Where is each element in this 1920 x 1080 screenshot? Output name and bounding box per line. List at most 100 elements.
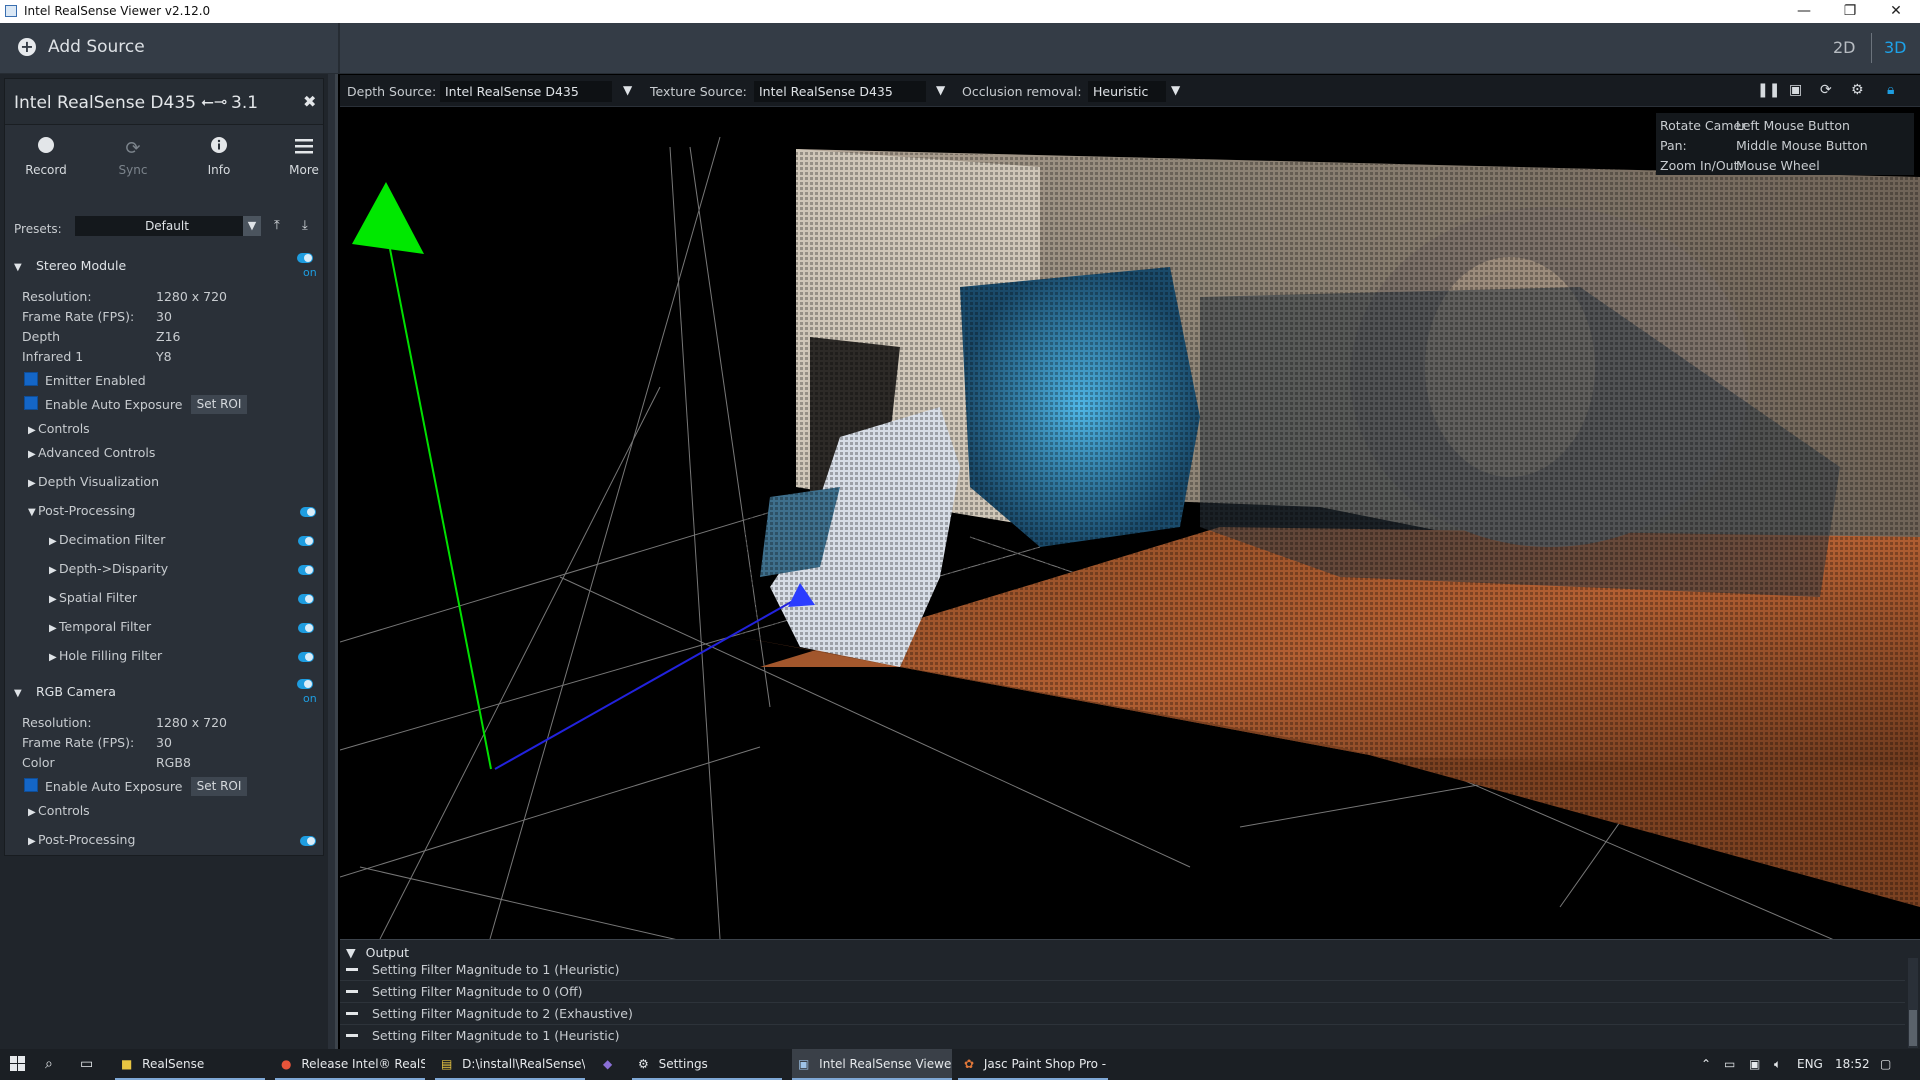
taskbar: ⌕ ▭ ■ RealSense ● Release Intel® RealSe.…	[0, 1049, 1920, 1080]
dash-icon	[346, 990, 358, 993]
hole-filling-toggle[interactable]	[298, 652, 314, 662]
emitter-checkbox[interactable]	[24, 372, 38, 386]
spatial-filter-toggle[interactable]	[298, 594, 314, 604]
stereo-controls-item[interactable]: ▶ Controls	[28, 421, 90, 436]
stereo-fps-value[interactable]: 30	[156, 309, 172, 324]
occlusion-dropdown[interactable]: Heuristic	[1088, 81, 1166, 102]
point-cloud-render	[340, 136, 1920, 939]
stereo-toggle[interactable]	[297, 253, 313, 263]
keyboard-language[interactable]: ENG	[1797, 1057, 1823, 1071]
view-mode-2d-button[interactable]: 2D	[1833, 38, 1856, 57]
save-icon[interactable]: ▣	[1789, 82, 1802, 98]
plus-circle-icon: +	[18, 38, 36, 56]
log-line: Setting Filter Magnitude to 2 (Exhaustiv…	[346, 1006, 633, 1021]
stereo-auto-exposure-checkbox[interactable]	[24, 396, 38, 410]
taskbar-item-explorer[interactable]: ▤ D:\install\RealSense\li...	[435, 1049, 585, 1080]
window-title: Intel RealSense Viewer v2.12.0	[24, 4, 211, 18]
presets-dropdown[interactable]: Default	[75, 216, 259, 236]
top-bar: + Add Source 2D 3D	[0, 23, 1920, 74]
taskbar-item-label: Jasc Paint Shop Pro - ...	[983, 1057, 1108, 1071]
decimation-filter-toggle[interactable]	[298, 536, 314, 546]
record-icon	[11, 135, 81, 163]
search-icon[interactable]: ⌕	[45, 1056, 53, 1072]
tray-app-icon[interactable]: ▭	[1724, 1057, 1735, 1071]
taskbar-item-realsense[interactable]: ■ RealSense	[115, 1049, 265, 1080]
stereo-post-processing-item[interactable]: ▼ Post-Processing	[28, 503, 135, 518]
rgb-auto-exposure-checkbox[interactable]	[24, 778, 38, 792]
chrome-icon: ●	[281, 1057, 292, 1071]
output-scroll-thumb[interactable]	[1909, 1010, 1917, 1046]
chevron-up-icon[interactable]: ⌃	[1701, 1057, 1711, 1071]
upload-icon[interactable]: ⤒	[274, 218, 280, 233]
depth-source-dropdown[interactable]: Intel RealSense D435 Depth	[440, 81, 612, 120]
taskbar-item-realsense-viewer[interactable]: ▣ Intel RealSense Viewe...	[792, 1049, 952, 1080]
chevron-down-icon[interactable]: ▼	[243, 216, 261, 236]
output-header[interactable]: ▼ Output	[346, 945, 409, 960]
taskbar-item-label: D:\install\RealSense\li...	[462, 1057, 585, 1071]
close-window-button[interactable]: ✕	[1873, 0, 1919, 23]
restore-button[interactable]: ❐	[1827, 0, 1873, 23]
depth-disparity-toggle[interactable]	[298, 565, 314, 575]
filter-item[interactable]: ▶ Hole Filling Filter	[49, 648, 162, 663]
view-mode-3d-button[interactable]: 3D	[1884, 38, 1907, 57]
temporal-filter-toggle[interactable]	[298, 623, 314, 633]
windows-start-icon[interactable]	[10, 1056, 25, 1075]
advanced-controls-item[interactable]: ▶ Advanced Controls	[28, 445, 155, 460]
stereo-infrared-value[interactable]: Y8	[156, 349, 172, 364]
refresh-icon[interactable]: ⟳	[1820, 82, 1832, 98]
stereo-resolution-value[interactable]: 1280 x 720	[156, 289, 227, 304]
taskbar-item-browser[interactable]: ● Release Intel® RealSe...	[275, 1049, 425, 1080]
chevron-down-icon[interactable]: ▼	[1171, 83, 1180, 97]
filter-item[interactable]: ▶ Spatial Filter	[49, 590, 137, 605]
taskbar-item-settings[interactable]: ⚙ Settings	[632, 1049, 782, 1080]
stereo-set-roi-button[interactable]: Set ROI	[191, 395, 247, 414]
filter-item[interactable]: ▶ Decimation Filter	[49, 532, 165, 547]
rgb-auto-exposure-label: Enable Auto Exposure	[45, 779, 183, 794]
rgb-controls-item[interactable]: ▶ Controls	[28, 803, 90, 818]
point-cloud-viewport[interactable]: Rotate Camer Left Mouse Button Pan: Midd…	[340, 107, 1920, 939]
chevron-down-icon[interactable]: ▼	[936, 83, 945, 97]
task-view-icon[interactable]: ▭	[80, 1056, 93, 1072]
filter-item[interactable]: ▶ Depth->Disparity	[49, 561, 168, 576]
mesh-icon[interactable]: ⚙	[1851, 82, 1864, 98]
taskbar-item-visual-studio[interactable]: ◆	[595, 1049, 625, 1080]
rgb-color-value[interactable]: RGB8	[156, 755, 191, 770]
chevron-down-icon[interactable]: ▼	[623, 83, 632, 97]
caret-right-icon: ▶	[49, 623, 57, 634]
taskbar-item-label: Intel RealSense Viewe...	[819, 1057, 952, 1071]
filter-item[interactable]: ▶ Temporal Filter	[49, 619, 151, 634]
texture-source-dropdown[interactable]: Intel RealSense D435 Color	[754, 81, 926, 120]
stereo-depth-value[interactable]: Z16	[156, 329, 180, 344]
log-text: Setting Filter Magnitude to 0 (Off)	[372, 984, 583, 999]
info-button[interactable]: Info	[184, 135, 254, 177]
caret-right-icon: ▶	[28, 425, 36, 436]
clock[interactable]: 18:52	[1835, 1057, 1870, 1071]
stereo-post-toggle[interactable]	[300, 507, 316, 517]
stereo-fps-key: Frame Rate (FPS):	[22, 309, 135, 324]
sync-button[interactable]: ⟳ Sync	[98, 135, 168, 177]
dash-icon	[346, 968, 358, 971]
taskbar-item-paint-shop[interactable]: ✿ Jasc Paint Shop Pro - ...	[958, 1049, 1108, 1080]
rgb-camera-header[interactable]: ▼ RGB Camera	[14, 684, 116, 699]
filter-label: Temporal Filter	[59, 619, 152, 634]
download-icon[interactable]: ⤓	[302, 218, 308, 233]
rgb-post-processing-item[interactable]: ▶ Post-Processing	[28, 832, 135, 847]
rgb-set-roi-button[interactable]: Set ROI	[191, 777, 247, 796]
volume-icon[interactable]: 🔈︎	[1774, 1057, 1781, 1072]
pause-icon[interactable]: ❚❚	[1757, 82, 1780, 98]
rgb-fps-value[interactable]: 30	[156, 735, 172, 750]
panel-scrollbar[interactable]	[328, 74, 335, 1049]
notifications-icon[interactable]: ▢	[1880, 1057, 1891, 1071]
rgb-post-toggle[interactable]	[300, 836, 316, 846]
depth-visualization-item[interactable]: ▶ Depth Visualization	[28, 474, 159, 489]
minimize-button[interactable]: —	[1781, 0, 1827, 23]
post-processing-label: Post-Processing	[38, 503, 136, 518]
rgb-resolution-value[interactable]: 1280 x 720	[156, 715, 227, 730]
close-device-button[interactable]: ✖	[303, 92, 316, 111]
record-button[interactable]: Record	[11, 135, 81, 177]
add-source-button[interactable]: + Add Source	[18, 37, 145, 57]
stereo-module-header[interactable]: ▼ Stereo Module	[14, 258, 126, 273]
network-icon[interactable]: ▣	[1749, 1057, 1760, 1071]
rgb-toggle[interactable]	[297, 679, 313, 689]
lock-icon[interactable]: 🔒︎	[1887, 82, 1894, 98]
